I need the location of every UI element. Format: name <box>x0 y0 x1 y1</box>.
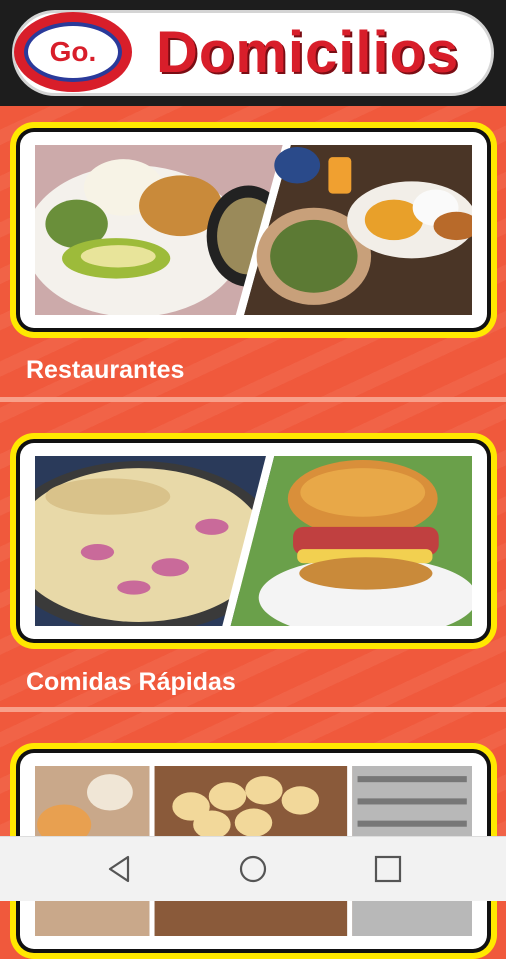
food-plates-photo <box>35 145 472 315</box>
go-logo-text: Go. <box>24 22 122 82</box>
category-label-restaurantes[interactable]: Restaurantes <box>26 356 184 385</box>
brand-title: Domicilios <box>156 20 460 85</box>
category-card-comidas-rapidas[interactable] <box>10 433 497 649</box>
go-logo-badge: Go. <box>14 12 132 92</box>
section-divider <box>0 707 506 712</box>
category-card-restaurantes[interactable] <box>10 122 497 338</box>
app-header: Go. Domicilios <box>0 0 506 106</box>
home-circle-icon[interactable] <box>237 853 269 885</box>
back-triangle-icon[interactable] <box>104 853 136 885</box>
section-divider <box>0 397 506 402</box>
pizza-burger-photo <box>35 456 472 626</box>
recents-square-icon[interactable] <box>372 853 404 885</box>
system-navigation-bar <box>0 836 506 901</box>
category-label-comidas-rapidas[interactable]: Comidas Rápidas <box>26 668 236 697</box>
